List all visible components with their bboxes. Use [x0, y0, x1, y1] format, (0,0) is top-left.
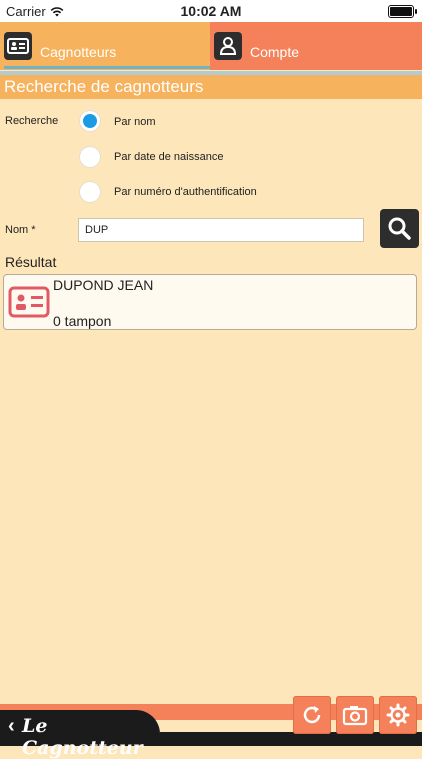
section-title: Recherche de cagnotteurs: [0, 75, 422, 99]
camera-icon: [342, 706, 368, 726]
brand-back-button[interactable]: ‹ Le Cagnotteur: [0, 710, 160, 759]
search-icon: [388, 217, 411, 240]
name-input[interactable]: DUP: [78, 218, 364, 242]
radio-label-par-date-de-naissance: Par date de naissance: [114, 151, 224, 163]
id-card-icon: [4, 32, 32, 60]
result-stamps: 0 tampon: [53, 313, 112, 329]
status-bar: Carrier 10:02 AM: [0, 0, 422, 22]
radio-label-par-nom: Par nom: [114, 116, 156, 128]
radio-label-par-numero-authentification: Par numéro d'authentification: [114, 186, 257, 198]
settings-icon: [386, 703, 410, 727]
battery-icon: [388, 5, 417, 18]
radio-par-numero-authentification[interactable]: [79, 181, 101, 203]
tab-label-cagnotteurs: Cagnotteurs: [40, 44, 117, 60]
bottom-bar: ‹ Le Cagnotteur: [0, 696, 422, 759]
name-field-label: Nom *: [5, 224, 36, 236]
search-mode-label: Recherche: [5, 115, 59, 127]
bottom-black-band: [160, 732, 422, 746]
settings-button[interactable]: [379, 696, 417, 734]
radio-par-date-de-naissance[interactable]: [79, 146, 101, 168]
active-tab-indicator: [4, 66, 210, 69]
tab-cagnotteurs[interactable]: Cagnotteurs: [0, 22, 210, 70]
top-tabs: Cagnotteurs Compte: [0, 22, 422, 70]
status-time: 10:02 AM: [180, 3, 242, 19]
result-card[interactable]: DUPOND JEAN 0 tampon: [3, 274, 417, 330]
user-icon: [214, 32, 242, 60]
result-name: DUPOND JEAN: [53, 277, 154, 293]
camera-button[interactable]: [336, 696, 374, 734]
result-title: Résultat: [5, 254, 57, 270]
chevron-left-icon: ‹: [8, 715, 15, 737]
search-button[interactable]: [380, 209, 419, 248]
tab-compte[interactable]: Compte: [210, 22, 422, 70]
refresh-icon: [303, 706, 321, 724]
tab-label-compte: Compte: [250, 44, 300, 60]
id-card-icon: [8, 286, 50, 318]
radio-par-nom[interactable]: [79, 110, 101, 132]
refresh-button[interactable]: [293, 696, 331, 734]
brand-name: Le Cagnotteur: [22, 715, 143, 759]
